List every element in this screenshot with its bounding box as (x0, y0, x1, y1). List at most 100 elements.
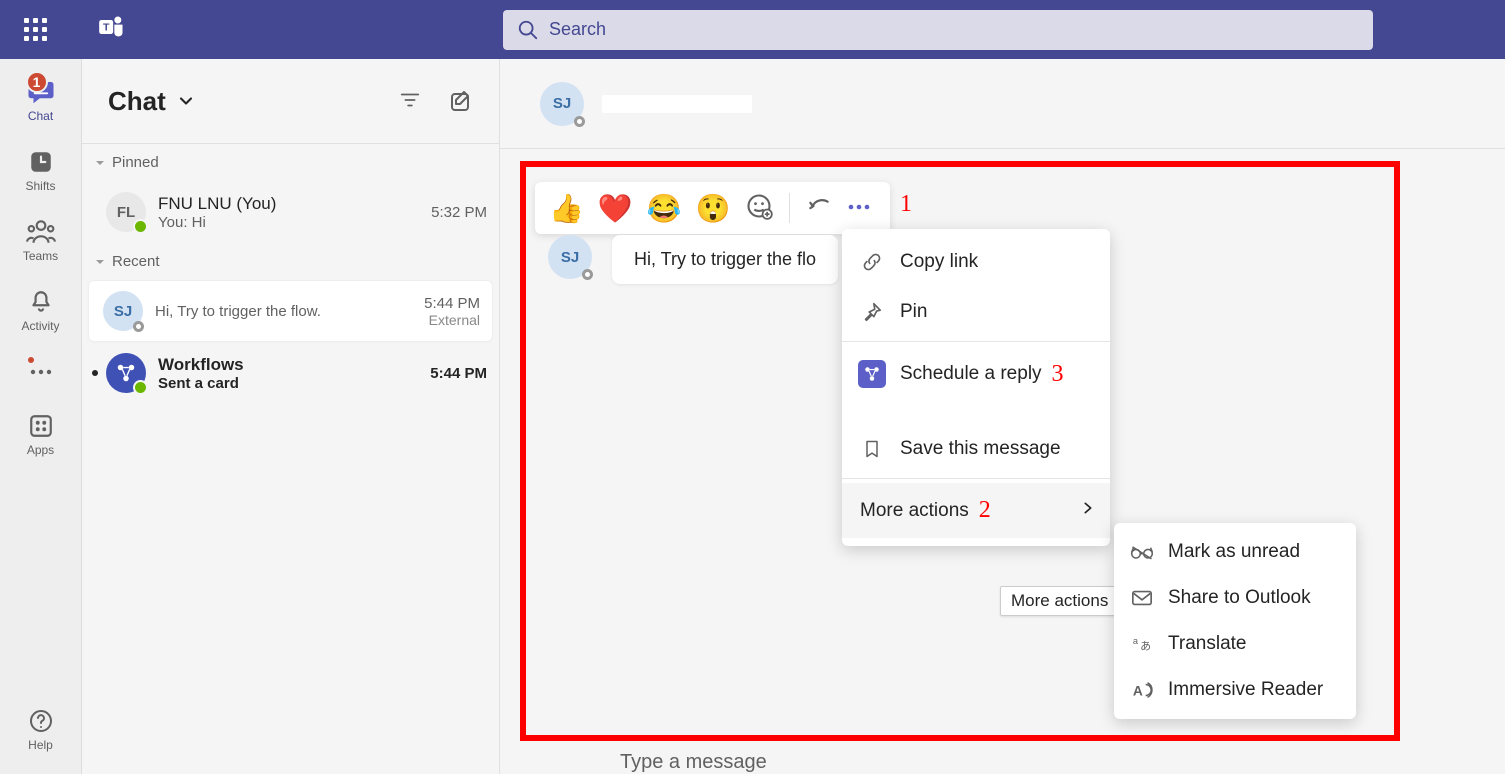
chat-header-name (602, 95, 752, 113)
rail-activity-label: Activity (21, 319, 59, 333)
caret-down-icon (94, 256, 106, 268)
chat-list-header: Chat (82, 59, 499, 144)
reaction-more-icon[interactable] (745, 192, 773, 225)
chat-item-preview: Hi, Try to trigger the flow. (155, 303, 416, 320)
presence-available-icon (133, 219, 148, 234)
avatar-initials: SJ (553, 95, 571, 112)
menu-schedule-reply[interactable]: Schedule a reply 3 (842, 346, 1110, 424)
search-icon (517, 19, 539, 41)
chat-list-panel: Chat Pinned FL FNU LNU (You) You: Hi 5:3… (82, 59, 500, 774)
reaction-laugh[interactable]: 😂 (647, 192, 682, 225)
ellipsis-icon (28, 367, 54, 377)
help-icon (29, 709, 53, 733)
presence-offline-icon (133, 321, 144, 332)
menu-separator (842, 341, 1110, 342)
menu-pin[interactable]: Pin (842, 287, 1110, 337)
chevron-down-icon[interactable] (176, 91, 196, 111)
reaction-surprised[interactable]: 😲 (696, 192, 731, 225)
section-recent-label: Recent (112, 253, 160, 270)
bell-icon (28, 289, 54, 315)
schedule-app-icon (858, 360, 886, 388)
rail-help[interactable]: Help (7, 698, 75, 756)
chat-item-time-text: 5:44 PM (424, 295, 480, 312)
unread-dot-icon (92, 370, 98, 376)
rail-chat[interactable]: 1 Chat (7, 69, 75, 127)
rail-teams[interactable]: Teams (7, 209, 75, 267)
chat-content: SJ 👍 ❤️ 😂 😲 1 (500, 59, 1505, 774)
chat-item-title: FNU LNU (You) (158, 194, 423, 214)
menu-copy-link[interactable]: Copy link (842, 237, 1110, 287)
chat-item-time: 5:44 PM (430, 365, 487, 382)
annotation-number-3: 3 (1052, 361, 1064, 388)
more-notification-dot (26, 355, 36, 365)
chat-item-self[interactable]: FL FNU LNU (You) You: Hi 5:32 PM (82, 181, 499, 243)
chat-unread-badge: 1 (26, 71, 48, 93)
rail-teams-label: Teams (23, 249, 58, 263)
avatar[interactable]: SJ (548, 235, 592, 279)
chat-title: Chat (108, 86, 166, 117)
rail-apps[interactable]: Apps (7, 403, 75, 461)
avatar[interactable]: SJ (540, 82, 584, 126)
compose-icon[interactable] (449, 89, 473, 113)
menu-more-actions[interactable]: More actions 2 (842, 483, 1110, 538)
submenu-share-outlook[interactable]: Share to Outlook (1114, 575, 1356, 621)
tooltip-more-actions: More actions (1000, 586, 1119, 616)
chat-item-title: Workflows (158, 355, 422, 375)
translate-icon: aあ (1130, 634, 1154, 654)
chat-item-external[interactable]: SJ Hi, Try to trigger the flow. 5:44 PM … (88, 280, 493, 342)
chat-item-external-tag: External (424, 312, 480, 328)
message-row: SJ Hi, Try to trigger the flo (548, 235, 838, 284)
submenu-mark-unread[interactable]: Mark as unread (1114, 529, 1356, 575)
avatar-initials: SJ (561, 249, 579, 266)
submenu-mark-unread-label: Mark as unread (1168, 541, 1300, 563)
more-actions-submenu: Mark as unread Share to Outlook aあ Trans… (1114, 523, 1356, 719)
menu-schedule-reply-label: Schedule a reply (900, 363, 1042, 385)
bookmark-icon (860, 438, 884, 460)
message-context-menu: Copy link Pin Schedule a reply 3 Save th… (842, 229, 1110, 546)
teams-icon (26, 219, 56, 245)
search-input[interactable]: Search (503, 10, 1373, 50)
presence-offline-icon (574, 116, 585, 127)
reaction-heart[interactable]: ❤️ (598, 192, 633, 225)
rail-shifts[interactable]: Shifts (7, 139, 75, 197)
mail-icon (1130, 589, 1154, 607)
pin-icon (860, 301, 884, 323)
submenu-translate-label: Translate (1168, 633, 1247, 655)
rail-activity[interactable]: Activity (7, 279, 75, 337)
waffle-icon[interactable] (24, 18, 48, 42)
immersive-reader-icon: A (1130, 680, 1154, 700)
avatar: SJ (103, 291, 143, 331)
link-icon (860, 251, 884, 273)
separator (789, 193, 790, 223)
chat-item-time: 5:32 PM (431, 204, 487, 221)
annotation-number-1: 1 (900, 191, 912, 218)
section-pinned[interactable]: Pinned (82, 144, 499, 181)
rail-shifts-label: Shifts (25, 179, 55, 193)
presence-available-icon (133, 380, 148, 395)
avatar (106, 353, 146, 393)
avatar-initials: SJ (114, 303, 132, 320)
compose-input[interactable]: Type a message (620, 751, 1505, 774)
more-options-icon[interactable] (846, 199, 872, 217)
svg-text:T: T (103, 22, 110, 34)
submenu-translate[interactable]: aあ Translate (1114, 621, 1356, 667)
submenu-immersive-reader[interactable]: A Immersive Reader (1114, 667, 1356, 713)
reaction-like[interactable]: 👍 (549, 192, 584, 225)
filter-icon[interactable] (399, 89, 421, 111)
rail-more[interactable] (7, 349, 75, 391)
menu-pin-label: Pin (900, 301, 927, 323)
menu-copy-link-label: Copy link (900, 251, 978, 273)
teams-logo-icon[interactable]: T (98, 13, 126, 46)
section-recent[interactable]: Recent (82, 243, 499, 280)
submenu-share-outlook-label: Share to Outlook (1168, 587, 1311, 609)
rail-chat-label: Chat (28, 109, 53, 123)
chat-item-time: 5:44 PM External (424, 295, 480, 328)
reply-icon[interactable] (806, 193, 832, 224)
message-bubble[interactable]: Hi, Try to trigger the flo (612, 235, 838, 284)
app-rail: 1 Chat Shifts Teams Activity (0, 59, 82, 774)
svg-text:あ: あ (1140, 640, 1151, 653)
chat-header: SJ (500, 59, 1505, 149)
menu-save-message[interactable]: Save this message (842, 424, 1110, 474)
chat-item-workflows[interactable]: Workflows Sent a card 5:44 PM (82, 342, 499, 404)
section-pinned-label: Pinned (112, 154, 159, 171)
